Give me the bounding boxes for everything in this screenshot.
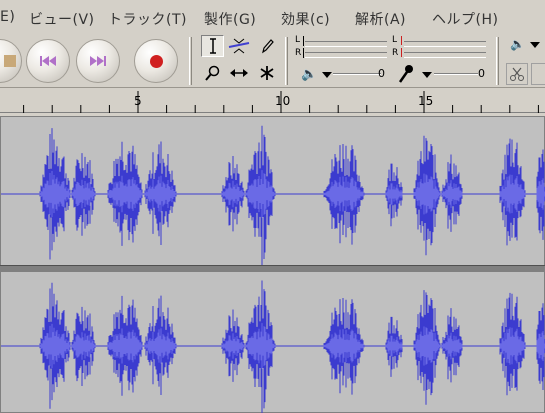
toolbar-grip[interactable] xyxy=(189,37,192,85)
meter-right-label: R xyxy=(392,48,399,58)
speaker-icon: 🔈 xyxy=(510,37,525,51)
menu-edit[interactable]: E) xyxy=(0,9,15,25)
ruler-label: 15 xyxy=(418,94,434,108)
menu-track[interactable]: トラック(T) xyxy=(108,9,187,29)
stop-button[interactable] xyxy=(0,39,22,83)
ruler-label: 10 xyxy=(275,94,291,108)
microphone-icon xyxy=(398,65,413,83)
meter-peak-marker xyxy=(401,48,402,57)
stop-icon xyxy=(4,55,16,67)
output-volume-value: 0 xyxy=(378,67,385,80)
time-shift-icon xyxy=(229,69,248,77)
meter-peak-marker xyxy=(401,36,402,45)
menu-generate[interactable]: 製作(G) xyxy=(204,9,256,29)
skip-to-start-icon xyxy=(40,56,56,66)
speaker-icon: 🔈 xyxy=(301,67,318,82)
scissors-icon xyxy=(510,67,524,81)
meter-left-bar xyxy=(305,41,387,47)
cut-button[interactable] xyxy=(506,63,528,85)
multi-tool-button[interactable] xyxy=(255,62,278,84)
toolbar-grip[interactable] xyxy=(496,37,499,85)
envelope-tool-icon xyxy=(228,38,249,54)
skip-to-end-icon xyxy=(90,56,106,66)
meter-right-bar xyxy=(305,52,387,58)
output-volume-slider[interactable] xyxy=(333,73,381,75)
waveform xyxy=(1,280,545,413)
meter-left-label: L xyxy=(392,35,398,45)
ruler-ticks xyxy=(23,91,539,113)
meter-dropdown[interactable] xyxy=(530,42,540,48)
skip-to-end-button[interactable] xyxy=(76,39,120,83)
menu-bar: E) ビュー(V) トラック(T) 製作(G) 効果(c) 解析(A) ヘルプ(… xyxy=(0,0,545,33)
selection-tool-icon xyxy=(209,38,216,54)
waveform xyxy=(1,125,545,265)
multi-tool-icon xyxy=(260,66,273,80)
zoom-icon xyxy=(204,65,219,81)
meter-tick xyxy=(303,36,304,46)
input-volume-value: 0 xyxy=(478,67,485,80)
meter-right-label: R xyxy=(295,48,302,58)
toolbar-grip[interactable] xyxy=(285,37,288,85)
input-volume-dropdown[interactable] xyxy=(422,72,432,78)
toolbar: L R L R 🔈 0 0 🔈 xyxy=(0,33,545,88)
time-shift-tool-button[interactable] xyxy=(227,62,250,84)
record-button[interactable] xyxy=(134,39,178,83)
meter-right-bar xyxy=(404,52,486,58)
input-volume-slider[interactable] xyxy=(434,73,478,75)
pencil-icon xyxy=(261,39,274,54)
skip-to-start-button[interactable] xyxy=(26,39,70,83)
draw-tool-button[interactable] xyxy=(255,35,278,57)
copy-button[interactable] xyxy=(531,63,545,85)
selection-tool-button[interactable] xyxy=(201,35,224,57)
audio-track-right-channel[interactable] xyxy=(0,271,545,413)
meter-left-bar xyxy=(404,41,486,47)
menu-analyze[interactable]: 解析(A) xyxy=(355,9,406,29)
zoom-tool-button[interactable] xyxy=(201,62,224,84)
meter-tick xyxy=(303,48,304,58)
audio-track-left-channel[interactable] xyxy=(0,116,545,266)
envelope-tool-button[interactable] xyxy=(227,35,250,57)
menu-effect[interactable]: 効果(c) xyxy=(281,9,330,29)
record-icon xyxy=(149,54,163,68)
menu-help[interactable]: ヘルプ(H) xyxy=(432,9,498,29)
ruler-label: 5 xyxy=(134,94,142,108)
menu-view[interactable]: ビュー(V) xyxy=(29,9,95,29)
timeline-ruler[interactable]: 5 10 15 xyxy=(0,89,545,113)
meter-left-label: L xyxy=(295,35,301,45)
output-volume-dropdown[interactable] xyxy=(322,72,332,78)
